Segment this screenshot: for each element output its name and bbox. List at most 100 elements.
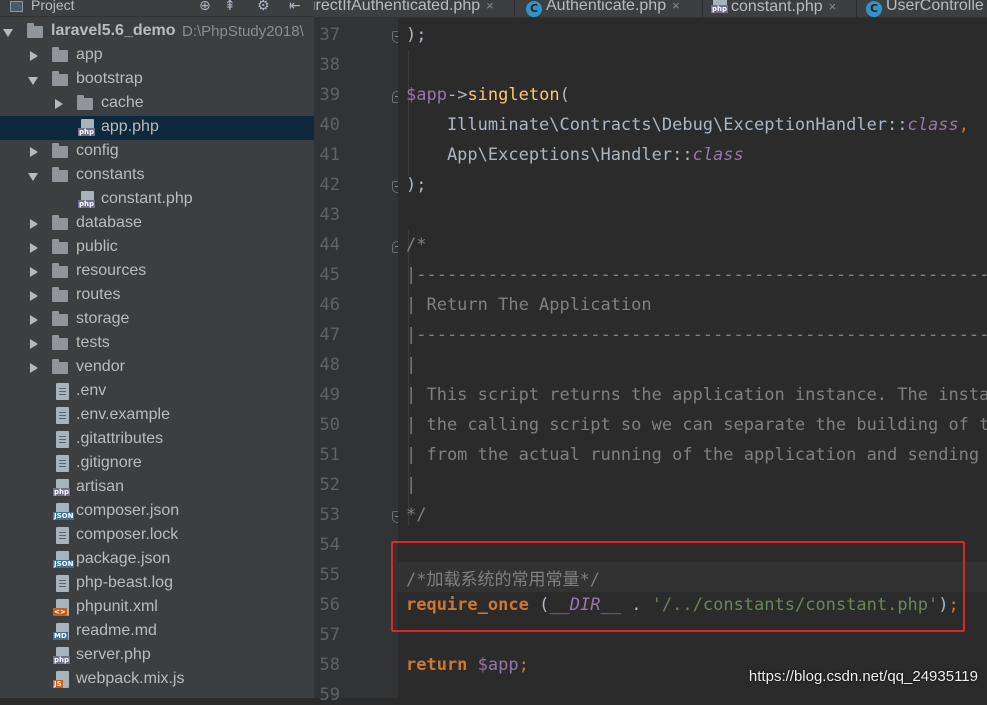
folder-icon bbox=[52, 215, 68, 230]
target-icon[interactable]: ⊕ bbox=[199, 0, 211, 14]
chevron-right-icon[interactable] bbox=[30, 339, 38, 349]
tree-item-label: config bbox=[76, 142, 119, 159]
collapse-icon[interactable]: ⇞ bbox=[224, 0, 236, 14]
line-number: 42 bbox=[319, 175, 340, 195]
tree-item[interactable]: JS webpack.mix.js bbox=[0, 668, 314, 692]
tree-item[interactable]: database bbox=[0, 212, 314, 236]
tree-item[interactable]: public bbox=[0, 236, 314, 260]
code-token: -> bbox=[446, 85, 468, 105]
tree-item-label: composer.json bbox=[76, 502, 180, 519]
line-number: 56 bbox=[319, 595, 340, 615]
folder-icon bbox=[52, 71, 68, 86]
chevron-right-icon[interactable] bbox=[30, 243, 38, 253]
code-token: | Return The Application bbox=[406, 295, 652, 315]
tree-item[interactable]: laravel5.6_demo D:\PhpStudy2018\ bbox=[0, 20, 314, 44]
code-line: | bbox=[406, 355, 416, 385]
tree-item-label: public bbox=[76, 238, 118, 255]
tree-item-label: database bbox=[76, 214, 142, 231]
code-line: | from the actual running of the applica… bbox=[406, 445, 987, 475]
tree-item[interactable]: .env.example bbox=[0, 404, 314, 428]
tree-item[interactable]: resources bbox=[0, 260, 314, 284]
chevron-right-icon[interactable] bbox=[30, 267, 38, 277]
tree-item[interactable]: .gitignore bbox=[0, 452, 314, 476]
chevron-right-icon[interactable] bbox=[55, 99, 63, 109]
chevron-right-icon[interactable] bbox=[30, 51, 38, 61]
php-file-icon: php bbox=[78, 119, 96, 136]
tree-item[interactable]: php artisan bbox=[0, 476, 314, 500]
chevron-down-icon[interactable] bbox=[28, 77, 38, 85]
hide-icon[interactable]: ⇤ bbox=[289, 0, 301, 14]
code-line: App\Exceptions\Handler::class bbox=[406, 145, 744, 175]
chevron-down-icon[interactable] bbox=[28, 173, 38, 181]
chevron-down-icon[interactable] bbox=[3, 29, 13, 37]
code-token: | bbox=[406, 355, 417, 375]
folder-icon bbox=[52, 143, 68, 158]
code-token: | bbox=[406, 475, 417, 495]
tree-item[interactable]: vendor bbox=[0, 356, 314, 380]
tab-redirect-if-authenticated[interactable]: irectIfAuthenticated.php × bbox=[314, 0, 494, 17]
code-token: $app bbox=[477, 655, 519, 675]
tree-item[interactable]: .gitattributes bbox=[0, 428, 314, 452]
code-line: /* bbox=[406, 235, 426, 265]
tree-item[interactable]: php-beast.log bbox=[0, 572, 314, 596]
tab-authenticate[interactable]: C Authenticate.php × bbox=[526, 0, 680, 17]
folder-icon bbox=[52, 287, 68, 302]
tab-constant[interactable]: constant.php × bbox=[711, 0, 837, 17]
tree-item[interactable]: MD readme.md bbox=[0, 620, 314, 644]
line-number: 58 bbox=[319, 655, 340, 675]
close-icon[interactable]: × bbox=[829, 0, 837, 14]
line-number: 45 bbox=[319, 265, 340, 285]
chevron-right-icon[interactable] bbox=[30, 147, 38, 157]
tree-item[interactable]: php server.php bbox=[0, 644, 314, 668]
tab-user-controller[interactable]: C UserControlle bbox=[866, 0, 984, 17]
code-token: App\Exceptions\Handler:: bbox=[406, 145, 693, 165]
txt-file-icon bbox=[56, 455, 69, 472]
code-token: |---------------------------------------… bbox=[406, 325, 987, 345]
chevron-right-icon[interactable] bbox=[30, 315, 38, 325]
tree-item[interactable]: JSON package.json bbox=[0, 548, 314, 572]
line-number: 37 bbox=[319, 25, 340, 45]
editor-gutter: 37 38 39 40 41 42 43 44 45 46 47 48 49 50 51 52 53 54 55 56… bbox=[314, 18, 402, 705]
tree-item[interactable]: composer.lock bbox=[0, 524, 314, 548]
code-line: */ bbox=[406, 505, 426, 535]
code-token: ( bbox=[559, 85, 570, 105]
code-token: singleton bbox=[467, 85, 560, 105]
project-icon bbox=[10, 1, 23, 12]
code-token: | the calling script so we can separate … bbox=[406, 415, 987, 435]
md-file-icon: MD bbox=[53, 623, 69, 640]
tree-item[interactable]: <> phpunit.xml bbox=[0, 596, 314, 620]
txt-file-icon bbox=[56, 527, 69, 544]
code-line: return $app; bbox=[406, 655, 529, 685]
tree-item[interactable]: bootstrap bbox=[0, 68, 314, 92]
tree-item-label: constant.php bbox=[101, 190, 193, 207]
gear-icon[interactable]: ⚙ bbox=[257, 0, 270, 14]
tree-item[interactable]: cache bbox=[0, 92, 314, 116]
folder-icon bbox=[52, 311, 68, 326]
chevron-right-icon[interactable] bbox=[30, 363, 38, 373]
tree-item[interactable]: JSON composer.json bbox=[0, 500, 314, 524]
tree-item[interactable]: constants bbox=[0, 164, 314, 188]
close-icon[interactable]: × bbox=[486, 0, 494, 13]
class-icon: C bbox=[526, 1, 542, 17]
tree-item-label: storage bbox=[76, 310, 130, 327]
tree-item[interactable]: .env bbox=[0, 380, 314, 404]
tree-item-label: cache bbox=[101, 94, 144, 111]
project-panel-title[interactable]: Project bbox=[31, 0, 75, 13]
project-path-hint: D:\PhpStudy2018\ bbox=[182, 23, 304, 40]
tree-item[interactable]: routes bbox=[0, 284, 314, 308]
chevron-right-icon[interactable] bbox=[30, 219, 38, 229]
chevron-right-icon[interactable] bbox=[30, 291, 38, 301]
tree-item[interactable]: config bbox=[0, 140, 314, 164]
tree-item-label: artisan bbox=[76, 478, 125, 495]
tree-item[interactable]: tests bbox=[0, 332, 314, 356]
line-number: 40 bbox=[319, 115, 340, 135]
tree-item[interactable]: php constant.php bbox=[0, 188, 314, 212]
tree-item-label: .gitignore bbox=[76, 454, 142, 471]
js-file-icon: JS bbox=[53, 671, 69, 688]
tree-item[interactable]: php app.php bbox=[0, 116, 314, 140]
tree-item[interactable]: storage bbox=[0, 308, 314, 332]
folder-icon bbox=[52, 263, 68, 278]
tree-item-label: bootstrap bbox=[76, 70, 143, 87]
tree-item[interactable]: app bbox=[0, 44, 314, 68]
close-icon[interactable]: × bbox=[672, 0, 680, 13]
